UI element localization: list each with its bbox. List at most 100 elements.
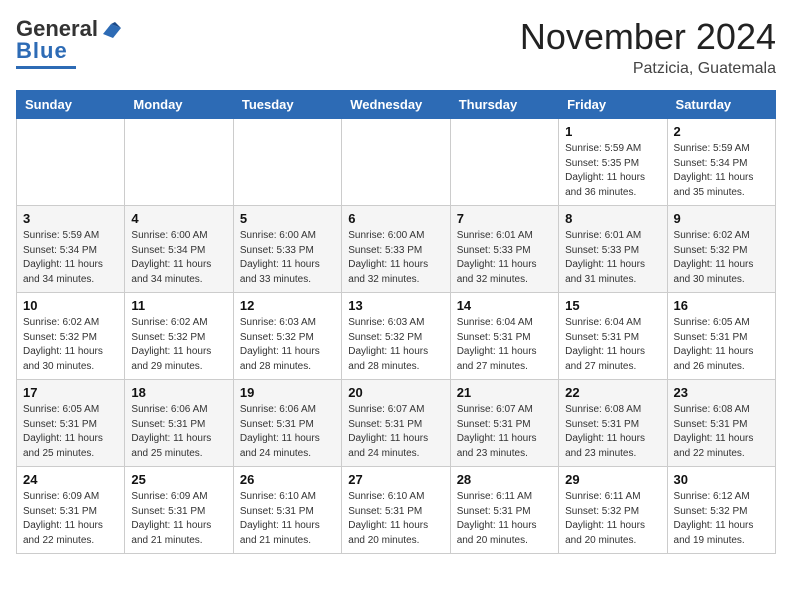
day-number: 9 <box>674 211 769 226</box>
day-info: Sunrise: 6:05 AM Sunset: 5:31 PM Dayligh… <box>674 316 769 374</box>
col-header-monday: Monday <box>125 91 233 119</box>
day-info: Sunrise: 6:01 AM Sunset: 5:33 PM Dayligh… <box>565 229 660 287</box>
location: Patzicia, Guatemala <box>520 60 776 78</box>
day-number: 14 <box>457 298 552 313</box>
day-number: 29 <box>565 472 660 487</box>
day-info: Sunrise: 6:11 AM Sunset: 5:32 PM Dayligh… <box>565 490 660 548</box>
day-number: 8 <box>565 211 660 226</box>
day-number: 25 <box>131 472 226 487</box>
day-info: Sunrise: 5:59 AM Sunset: 5:34 PM Dayligh… <box>23 229 118 287</box>
day-info: Sunrise: 6:00 AM Sunset: 5:34 PM Dayligh… <box>131 229 226 287</box>
calendar-cell: 13 Sunrise: 6:03 AM Sunset: 5:32 PM Dayli… <box>342 293 450 380</box>
day-number: 17 <box>23 385 118 400</box>
calendar-cell: 23 Sunrise: 6:08 AM Sunset: 5:31 PM Dayli… <box>667 380 775 467</box>
day-number: 1 <box>565 124 660 139</box>
calendar-cell: 28 Sunrise: 6:11 AM Sunset: 5:31 PM Dayli… <box>450 467 558 554</box>
day-number: 11 <box>131 298 226 313</box>
day-info: Sunrise: 6:00 AM Sunset: 5:33 PM Dayligh… <box>348 229 443 287</box>
day-info: Sunrise: 6:04 AM Sunset: 5:31 PM Dayligh… <box>457 316 552 374</box>
calendar-header-row: SundayMondayTuesdayWednesdayThursdayFrid… <box>17 91 776 119</box>
col-header-wednesday: Wednesday <box>342 91 450 119</box>
logo-bird-icon <box>99 20 121 38</box>
day-number: 15 <box>565 298 660 313</box>
day-number: 28 <box>457 472 552 487</box>
day-number: 4 <box>131 211 226 226</box>
day-number: 20 <box>348 385 443 400</box>
calendar-cell: 20 Sunrise: 6:07 AM Sunset: 5:31 PM Dayli… <box>342 380 450 467</box>
day-info: Sunrise: 6:02 AM Sunset: 5:32 PM Dayligh… <box>674 229 769 287</box>
calendar-cell: 11 Sunrise: 6:02 AM Sunset: 5:32 PM Dayli… <box>125 293 233 380</box>
day-info: Sunrise: 6:07 AM Sunset: 5:31 PM Dayligh… <box>457 403 552 461</box>
calendar-cell: 5 Sunrise: 6:00 AM Sunset: 5:33 PM Daylig… <box>233 206 341 293</box>
page-header: General Blue November 2024 Patzicia, Gua… <box>16 16 776 78</box>
calendar-cell: 10Sunrise: 6:02 AM Sunset: 5:32 PM Dayli… <box>17 293 125 380</box>
month-title: November 2024 <box>520 16 776 58</box>
calendar-cell: 3 Sunrise: 5:59 AM Sunset: 5:34 PM Daylig… <box>17 206 125 293</box>
calendar-cell <box>17 119 125 206</box>
day-number: 27 <box>348 472 443 487</box>
logo: General Blue <box>16 16 122 69</box>
day-number: 22 <box>565 385 660 400</box>
day-info: Sunrise: 6:06 AM Sunset: 5:31 PM Dayligh… <box>131 403 226 461</box>
day-number: 13 <box>348 298 443 313</box>
day-info: Sunrise: 6:09 AM Sunset: 5:31 PM Dayligh… <box>23 490 118 548</box>
title-section: November 2024 Patzicia, Guatemala <box>520 16 776 78</box>
day-info: Sunrise: 6:08 AM Sunset: 5:31 PM Dayligh… <box>565 403 660 461</box>
day-number: 26 <box>240 472 335 487</box>
calendar-cell <box>125 119 233 206</box>
calendar-cell: 22 Sunrise: 6:08 AM Sunset: 5:31 PM Dayli… <box>559 380 667 467</box>
calendar-cell: 2 Sunrise: 5:59 AM Sunset: 5:34 PM Daylig… <box>667 119 775 206</box>
day-number: 7 <box>457 211 552 226</box>
day-info: Sunrise: 6:10 AM Sunset: 5:31 PM Dayligh… <box>348 490 443 548</box>
day-info: Sunrise: 6:03 AM Sunset: 5:32 PM Dayligh… <box>348 316 443 374</box>
day-info: Sunrise: 6:02 AM Sunset: 5:32 PM Dayligh… <box>23 316 118 374</box>
calendar-cell: 24Sunrise: 6:09 AM Sunset: 5:31 PM Dayli… <box>17 467 125 554</box>
calendar-table: SundayMondayTuesdayWednesdayThursdayFrid… <box>16 90 776 554</box>
calendar-cell: 25 Sunrise: 6:09 AM Sunset: 5:31 PM Dayli… <box>125 467 233 554</box>
day-info: Sunrise: 6:08 AM Sunset: 5:31 PM Dayligh… <box>674 403 769 461</box>
col-header-tuesday: Tuesday <box>233 91 341 119</box>
calendar-cell <box>450 119 558 206</box>
calendar-cell: 30 Sunrise: 6:12 AM Sunset: 5:32 PM Dayli… <box>667 467 775 554</box>
day-number: 5 <box>240 211 335 226</box>
logo-blue: Blue <box>16 38 68 64</box>
calendar-cell: 19Sunrise: 6:06 AM Sunset: 5:31 PM Dayli… <box>233 380 341 467</box>
day-number: 16 <box>674 298 769 313</box>
calendar-cell <box>342 119 450 206</box>
calendar-cell: 18 Sunrise: 6:06 AM Sunset: 5:31 PM Dayli… <box>125 380 233 467</box>
calendar-cell: 21 Sunrise: 6:07 AM Sunset: 5:31 PM Dayli… <box>450 380 558 467</box>
calendar-cell: 17 Sunrise: 6:05 AM Sunset: 5:31 PM Dayli… <box>17 380 125 467</box>
day-number: 3 <box>23 211 118 226</box>
calendar-cell: 27 Sunrise: 6:10 AM Sunset: 5:31 PM Dayli… <box>342 467 450 554</box>
day-info: Sunrise: 6:10 AM Sunset: 5:31 PM Dayligh… <box>240 490 335 548</box>
day-number: 30 <box>674 472 769 487</box>
day-number: 18 <box>131 385 226 400</box>
calendar-cell: 26 Sunrise: 6:10 AM Sunset: 5:31 PM Dayli… <box>233 467 341 554</box>
day-info: Sunrise: 6:11 AM Sunset: 5:31 PM Dayligh… <box>457 490 552 548</box>
day-info: Sunrise: 6:06 AM Sunset: 5:31 PM Dayligh… <box>240 403 335 461</box>
calendar-cell: 16 Sunrise: 6:05 AM Sunset: 5:31 PM Dayli… <box>667 293 775 380</box>
day-number: 2 <box>674 124 769 139</box>
calendar-cell <box>233 119 341 206</box>
day-number: 23 <box>674 385 769 400</box>
calendar-cell: 1Sunrise: 5:59 AM Sunset: 5:35 PM Daylig… <box>559 119 667 206</box>
calendar-cell: 29 Sunrise: 6:11 AM Sunset: 5:32 PM Dayli… <box>559 467 667 554</box>
calendar-cell: 6 Sunrise: 6:00 AM Sunset: 5:33 PM Daylig… <box>342 206 450 293</box>
col-header-sunday: Sunday <box>17 91 125 119</box>
day-number: 21 <box>457 385 552 400</box>
day-info: Sunrise: 6:07 AM Sunset: 5:31 PM Dayligh… <box>348 403 443 461</box>
day-info: Sunrise: 6:04 AM Sunset: 5:31 PM Dayligh… <box>565 316 660 374</box>
col-header-saturday: Saturday <box>667 91 775 119</box>
day-number: 6 <box>348 211 443 226</box>
day-info: Sunrise: 5:59 AM Sunset: 5:34 PM Dayligh… <box>674 142 769 200</box>
day-info: Sunrise: 6:12 AM Sunset: 5:32 PM Dayligh… <box>674 490 769 548</box>
day-info: Sunrise: 6:02 AM Sunset: 5:32 PM Dayligh… <box>131 316 226 374</box>
day-info: Sunrise: 6:09 AM Sunset: 5:31 PM Dayligh… <box>131 490 226 548</box>
calendar-cell: 12Sunrise: 6:03 AM Sunset: 5:32 PM Dayli… <box>233 293 341 380</box>
day-info: Sunrise: 6:05 AM Sunset: 5:31 PM Dayligh… <box>23 403 118 461</box>
calendar-week-2: 3 Sunrise: 5:59 AM Sunset: 5:34 PM Daylig… <box>17 206 776 293</box>
day-info: Sunrise: 6:01 AM Sunset: 5:33 PM Dayligh… <box>457 229 552 287</box>
calendar-cell: 7 Sunrise: 6:01 AM Sunset: 5:33 PM Daylig… <box>450 206 558 293</box>
calendar-week-4: 17 Sunrise: 6:05 AM Sunset: 5:31 PM Dayli… <box>17 380 776 467</box>
day-info: Sunrise: 6:00 AM Sunset: 5:33 PM Dayligh… <box>240 229 335 287</box>
